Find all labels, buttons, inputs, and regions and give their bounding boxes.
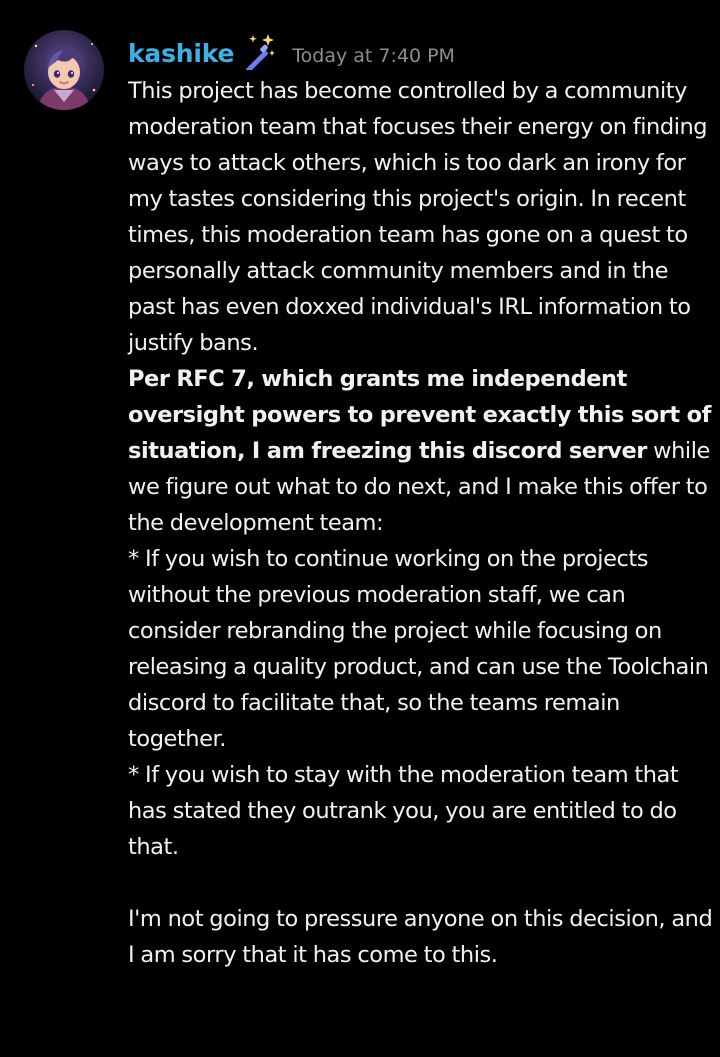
author-name[interactable]: kashike [128,39,234,68]
bullet-item: * If you wish to continue working on the… [128,546,715,752]
user-avatar[interactable] [24,30,104,110]
blank-line: ​ [128,865,718,901]
message-timestamp[interactable]: Today at 7:40 PM [292,45,455,67]
message-paragraph: I'm not going to pressure anyone on this… [128,906,719,968]
avatar-illustration [24,30,104,110]
message-header: kashike Today at 7:40 PM [128,33,455,73]
message-paragraph: Per RFC 7, which grants me independent o… [128,361,718,541]
magic-wand-sparkle-icon [246,34,276,70]
bullet-item: * If you wish to stay with the moderatio… [128,762,685,860]
message-content: This project has become controlled by a … [128,73,718,973]
chat-message: kashike Today at 7:40 PM This project ha… [0,0,720,1057]
bold-statement: Per RFC 7, which grants me independent o… [128,366,718,464]
message-paragraph: This project has become controlled by a … [128,78,714,356]
